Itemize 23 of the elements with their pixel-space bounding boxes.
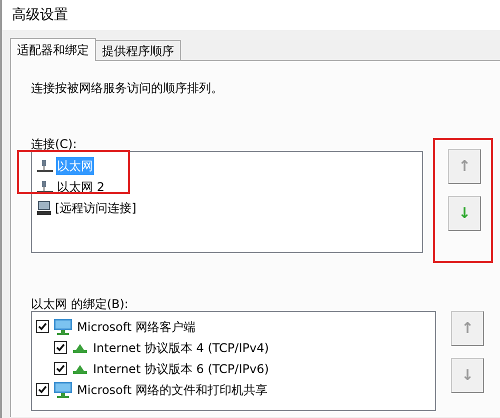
network-icon — [71, 362, 89, 374]
checkbox[interactable] — [36, 383, 49, 396]
network-cable-icon — [36, 180, 54, 194]
checkbox[interactable] — [54, 341, 67, 354]
field-label: 连接(C): — [31, 137, 77, 151]
list-item[interactable]: [远程访问连接] — [54, 198, 138, 216]
window-title: 高级设置 — [12, 6, 68, 24]
monitor-icon — [53, 380, 73, 398]
checkbox[interactable] — [54, 362, 67, 375]
monitor-icon — [53, 318, 73, 336]
list-item[interactable]: Internet 协议版本 4 (TCP/IPv4) — [93, 338, 269, 356]
list-item[interactable]: Internet 协议版本 6 (TCP/IPv6) — [93, 360, 269, 378]
list-item[interactable]: 以太网 2 — [56, 178, 106, 196]
list-item[interactable]: Microsoft 网络的文件和打印机共享 — [77, 380, 268, 398]
field-label: 以太网 的绑定(B): — [31, 297, 128, 311]
network-cable-icon — [36, 158, 54, 172]
tab[interactable]: 适配器和绑定 — [10, 38, 96, 61]
description-text: 连接按被网络服务访问的顺序排列。 — [31, 80, 224, 97]
list-item[interactable]: Microsoft 网络客户端 — [77, 318, 196, 336]
tab[interactable]: 提供程序顺序 — [96, 40, 181, 60]
network-icon — [71, 342, 89, 354]
checkbox[interactable] — [36, 320, 49, 333]
computer-icon — [36, 200, 52, 216]
